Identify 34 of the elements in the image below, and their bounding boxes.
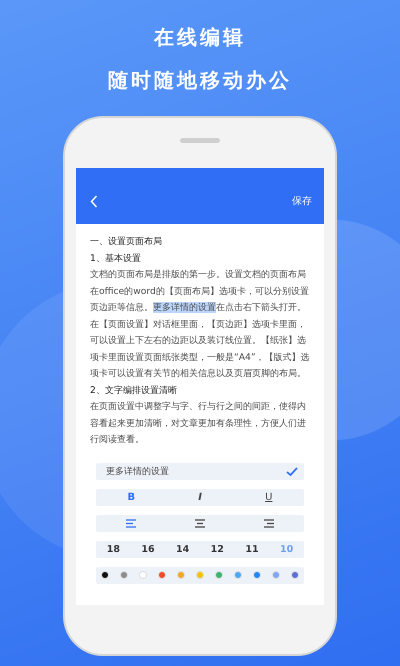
headline: 随时随地移动办公 xyxy=(108,67,292,94)
color-swatch[interactable] xyxy=(139,571,148,579)
option-row[interactable]: 更多详情的设置 xyxy=(96,462,304,480)
doc-heading: 2、文字编排设置清晰 xyxy=(90,384,178,398)
doc-heading: 1、基本设置 xyxy=(90,252,142,266)
italic-button[interactable]: I xyxy=(198,492,202,502)
font-size-option[interactable]: 12 xyxy=(210,544,224,554)
doc-paragraph: 文档的页面布局是排版的第一步。设置文档的页面布局在office的word的【页面布局】选项卡，可以分别设置页边距等信息。更多详情的设置在点击右下箭头打开。在【页面设置】对话框里面，【页边距】选项卡里面，可以设置上下左右的边距以及装订线位置。【纸张】选项卡里面设置页面纸张类型，一般是“A4”，【版式】选项卡可以设置有关节的相关信息以及页眉页脚的布局。 xyxy=(90,268,311,381)
doc-paragraph: 在页面设置中调整字与字、行与行之间的间距，使得内容看起来更加清晰，对文章更加有条理性，方便人们进行阅读查看。 xyxy=(90,400,307,447)
underline-button[interactable]: U xyxy=(265,492,272,502)
font-size-option[interactable]: 11 xyxy=(245,544,259,554)
color-swatch[interactable] xyxy=(290,571,299,579)
font-size-option[interactable]: 16 xyxy=(141,544,155,554)
align-right-icon[interactable] xyxy=(264,518,274,528)
color-swatch[interactable] xyxy=(252,571,261,579)
color-swatch[interactable] xyxy=(158,571,166,579)
color-swatch[interactable] xyxy=(101,571,110,579)
doc-heading: 一、设置页面布局 xyxy=(90,235,163,249)
color-swatch[interactable] xyxy=(196,571,204,579)
back-icon[interactable] xyxy=(90,195,98,208)
headline: 在线编辑 xyxy=(154,24,246,51)
save-button[interactable]: 保存 xyxy=(292,194,312,208)
speaker-slot xyxy=(180,138,220,143)
color-swatch[interactable] xyxy=(234,571,242,579)
color-swatch[interactable] xyxy=(272,571,280,579)
color-swatch[interactable] xyxy=(120,571,128,579)
font-size-option[interactable]: 14 xyxy=(176,544,190,554)
align-left-icon[interactable] xyxy=(126,518,136,528)
align-center-icon[interactable] xyxy=(194,518,205,528)
option-label: 更多详情的设置 xyxy=(106,466,169,478)
color-swatch[interactable] xyxy=(214,571,223,579)
color-swatch[interactable] xyxy=(177,571,186,579)
bold-button[interactable]: B xyxy=(128,492,136,502)
font-size-option[interactable]: 18 xyxy=(106,544,120,554)
